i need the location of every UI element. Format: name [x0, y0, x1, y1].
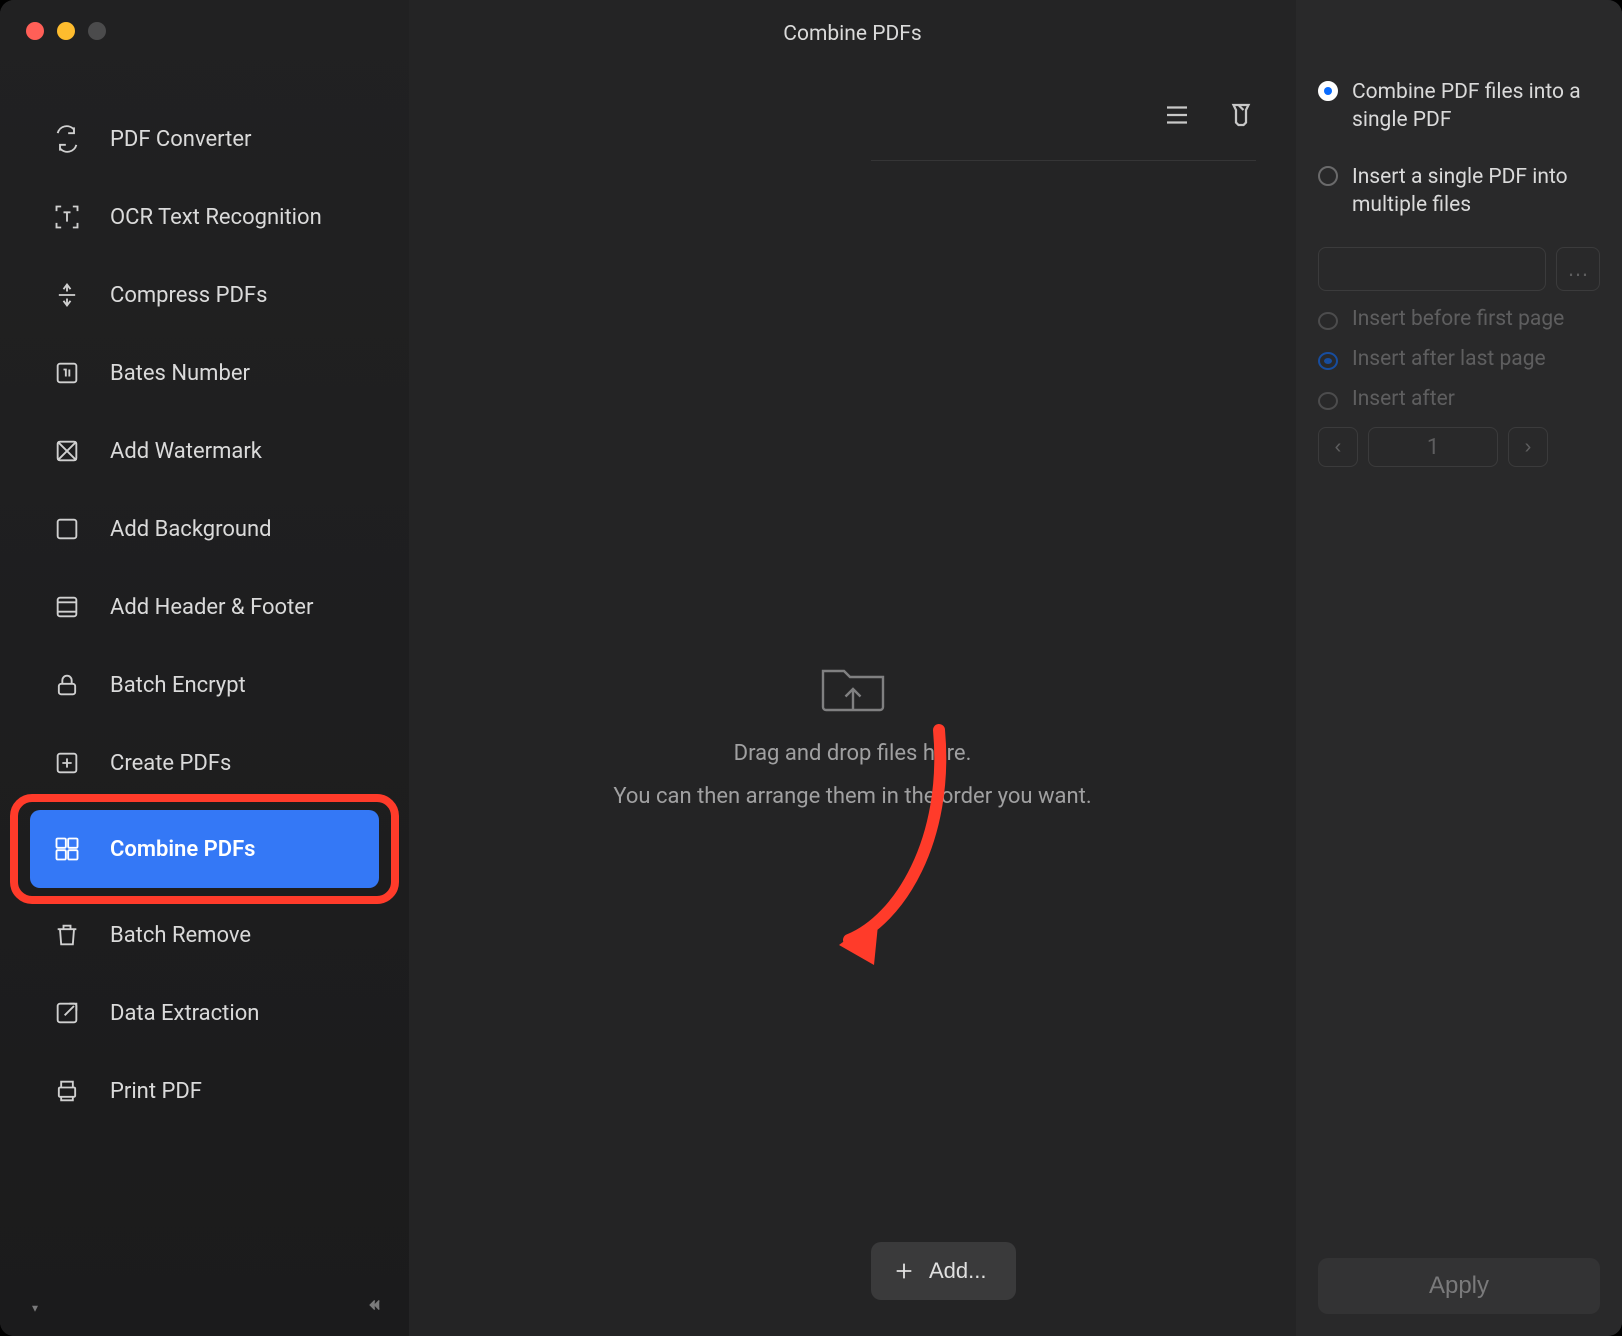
insert-before-first[interactable]: Insert before first page: [1318, 307, 1600, 331]
trash-icon: [52, 920, 82, 950]
print-icon: [52, 1076, 82, 1106]
app-window: PDF Converter OCR Text Recognition Compr…: [0, 0, 1622, 1336]
sidebar-item-label: Data Extraction: [110, 1001, 259, 1026]
option-combine-into-single[interactable]: Combine PDF files into a single PDF: [1318, 78, 1600, 135]
sidebar-item-background[interactable]: Add Background: [0, 490, 409, 568]
sidebar-item-label: Compress PDFs: [110, 283, 267, 308]
insert-after-last[interactable]: Insert after last page: [1318, 347, 1600, 371]
dropzone-text-2: You can then arrange them in the order y…: [613, 784, 1091, 809]
ocr-icon: [52, 202, 82, 232]
compress-icon: [52, 280, 82, 310]
sub-option-label: Insert after: [1352, 387, 1455, 411]
header-footer-icon: [52, 592, 82, 622]
radio-icon: [1318, 312, 1338, 330]
sidebar-item-label: Bates Number: [110, 361, 250, 386]
list-view-icon[interactable]: [1162, 100, 1192, 136]
clear-icon[interactable]: [1226, 100, 1256, 136]
sidebar-item-label: OCR Text Recognition: [110, 205, 322, 230]
sidebar-item-batch-encrypt[interactable]: Batch Encrypt: [0, 646, 409, 724]
sidebar-item-ocr[interactable]: OCR Text Recognition: [0, 178, 409, 256]
extract-icon: [52, 998, 82, 1028]
sidebar: PDF Converter OCR Text Recognition Compr…: [0, 0, 409, 1336]
sidebar-list: PDF Converter OCR Text Recognition Compr…: [0, 100, 409, 1130]
sidebar-item-batch-remove[interactable]: Batch Remove: [0, 896, 409, 974]
radio-icon: [1318, 392, 1338, 410]
background-icon: [52, 514, 82, 544]
sidebar-item-label: Add Background: [110, 517, 272, 542]
sidebar-item-header-footer[interactable]: Add Header & Footer: [0, 568, 409, 646]
radio-icon: [1318, 81, 1338, 101]
divider: [871, 160, 1256, 161]
main-panel: Combine PDFs Drag and drop files here. Y…: [409, 0, 1296, 1336]
sub-option-label: Insert before first page: [1352, 307, 1564, 331]
page-stepper: ‹ 1 ›: [1318, 427, 1600, 467]
convert-icon: [52, 124, 82, 154]
sidebar-item-watermark[interactable]: Add Watermark: [0, 412, 409, 490]
insert-file-field[interactable]: [1318, 247, 1546, 291]
close-window-button[interactable]: [26, 22, 44, 40]
sidebar-item-create-pdfs[interactable]: Create PDFs: [0, 724, 409, 802]
option-label: Combine PDF files into a single PDF: [1352, 78, 1600, 135]
sidebar-item-label: Combine PDFs: [110, 837, 255, 862]
radio-icon: [1318, 352, 1338, 370]
page-number-field[interactable]: 1: [1368, 427, 1498, 467]
browse-file-button[interactable]: …: [1556, 247, 1600, 291]
bates-icon: [52, 358, 82, 388]
option-insert-into-multiple[interactable]: Insert a single PDF into multiple files: [1318, 163, 1600, 220]
pin-icon[interactable]: [26, 1295, 44, 1320]
sidebar-item-label: Add Header & Footer: [110, 595, 313, 620]
dropzone[interactable]: Drag and drop files here. You can then a…: [409, 68, 1296, 1336]
minimize-window-button[interactable]: [57, 22, 75, 40]
radio-icon: [1318, 166, 1338, 186]
lock-icon: [52, 670, 82, 700]
collapse-sidebar-icon[interactable]: [365, 1295, 383, 1320]
sidebar-item-label: Print PDF: [110, 1079, 202, 1104]
sidebar-item-label: Batch Remove: [110, 923, 251, 948]
sidebar-item-label: Batch Encrypt: [110, 673, 246, 698]
sidebar-item-bates[interactable]: Bates Number: [0, 334, 409, 412]
add-button-label: Add...: [929, 1258, 986, 1284]
sidebar-item-label: Add Watermark: [110, 439, 262, 464]
insert-subgroup: … Insert before first page Insert after …: [1318, 247, 1600, 467]
window-title: Combine PDFs: [409, 0, 1296, 68]
stepper-next-button[interactable]: ›: [1508, 427, 1548, 467]
watermark-icon: [52, 436, 82, 466]
sidebar-item-label: Create PDFs: [110, 751, 231, 776]
create-icon: [52, 748, 82, 778]
apply-button[interactable]: Apply: [1318, 1258, 1600, 1314]
sidebar-item-data-extraction[interactable]: Data Extraction: [0, 974, 409, 1052]
main-toolbar: [1162, 100, 1256, 136]
sidebar-item-combine-pdfs[interactable]: Combine PDFs: [30, 810, 379, 888]
option-label: Insert a single PDF into multiple files: [1352, 163, 1600, 220]
sub-option-label: Insert after last page: [1352, 347, 1546, 371]
options-panel: Combine PDF files into a single PDF Inse…: [1296, 0, 1622, 1336]
window-controls: [0, 0, 409, 40]
sidebar-item-label: PDF Converter: [110, 127, 251, 152]
sidebar-footer: [0, 1279, 409, 1336]
folder-upload-icon: [817, 655, 889, 723]
sidebar-item-pdf-converter[interactable]: PDF Converter: [0, 100, 409, 178]
insert-after-page[interactable]: Insert after: [1318, 387, 1600, 411]
dropzone-text-1: Drag and drop files here.: [734, 741, 972, 766]
maximize-window-button[interactable]: [88, 22, 106, 40]
combine-icon: [52, 834, 82, 864]
sidebar-item-print-pdf[interactable]: Print PDF: [0, 1052, 409, 1130]
add-button[interactable]: Add...: [871, 1242, 1016, 1300]
stepper-prev-button[interactable]: ‹: [1318, 427, 1358, 467]
sidebar-item-compress[interactable]: Compress PDFs: [0, 256, 409, 334]
